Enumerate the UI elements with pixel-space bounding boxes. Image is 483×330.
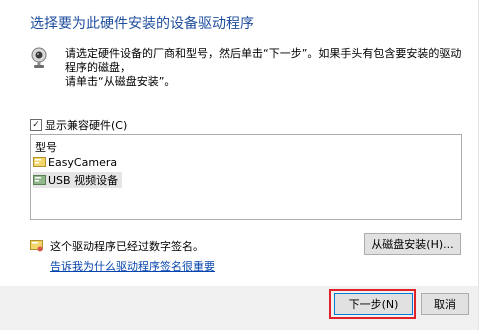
cancel-button[interactable]: 取消 <box>421 293 469 315</box>
page-title: 选择要为此硬件安装的设备驱动程序 <box>30 16 254 32</box>
list-item-label: USB 视频设备 <box>48 174 119 187</box>
signature-status-text: 这个驱动程序已经过数字签名。 <box>50 240 204 253</box>
list-item[interactable]: EasyCamera <box>33 154 121 170</box>
have-disk-button[interactable]: 从磁盘安装(H)... <box>364 233 461 255</box>
webcam-icon <box>31 47 47 68</box>
driver-device-icon <box>33 157 46 167</box>
checkbox-checked-icon[interactable]: ✓ <box>30 119 42 131</box>
model-listbox[interactable]: 型号 EasyCamera USB 视频设备 <box>30 134 462 220</box>
list-item[interactable]: USB 视频设备 <box>33 172 123 188</box>
driver-wizard-window: 选择要为此硬件安装的设备驱动程序 请选定硬件设备的厂商和型号，然后单击“下一步”… <box>0 0 483 330</box>
driver-device-icon <box>33 175 46 185</box>
show-compatible-label: 显示兼容硬件(C) <box>45 119 128 132</box>
instructions-text: 请选定硬件设备的厂商和型号，然后单击“下一步”。如果手头有包含要安装的驱动程序的… <box>65 47 462 88</box>
model-column-header: 型号 <box>35 141 57 154</box>
next-button[interactable]: 下一步(N) <box>334 293 413 315</box>
show-compatible-hardware-checkbox[interactable]: ✓ 显示兼容硬件(C) <box>30 118 127 132</box>
signed-driver-icon <box>30 240 43 252</box>
why-signing-important-link[interactable]: 告诉我为什么驱动程序签名很重要 <box>50 258 215 274</box>
window-border <box>478 0 479 330</box>
list-item-label: EasyCamera <box>48 155 118 169</box>
